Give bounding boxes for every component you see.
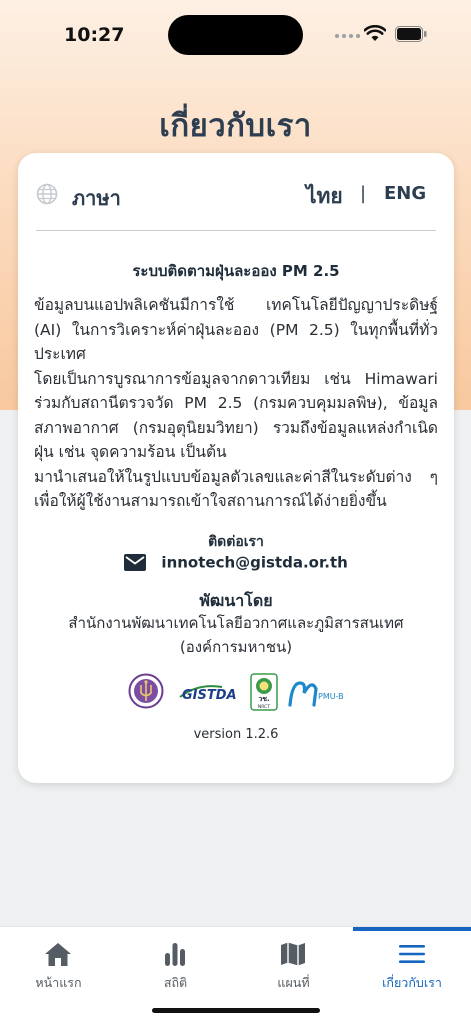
language-thai-button[interactable]: ไทย <box>306 180 343 213</box>
partner-logos: GISTDA วช. NRCT PMU-B <box>126 673 356 713</box>
menu-icon <box>399 945 425 963</box>
contact-heading: ติดต่อเรา <box>208 534 264 550</box>
wifi-icon <box>364 25 386 41</box>
about-description: ข้อมูลบนแอปพลิเคชันมีการใช้ เทคโนโลยีปัญ… <box>34 293 438 514</box>
description-paragraph: มานำเสนอให้ในรูปแบบข้อมูลตัวเลขและค่าสีใ… <box>34 467 438 511</box>
status-bar: 10:27 <box>0 0 471 70</box>
tab-statistics[interactable]: สถิติ <box>117 927 234 997</box>
globe-icon <box>36 183 58 205</box>
pmu-b-logo-text: PMU-B <box>318 692 344 701</box>
system-title: ระบบติดตามฝุ่นละออง PM 2.5 <box>132 262 340 280</box>
developer-org-name: สำนักงานพัฒนาเทคโนโลยีอวกาศและภูมิสารสนเ… <box>68 614 404 632</box>
cellular-signal-icon <box>335 34 360 38</box>
language-english-button[interactable]: ENG <box>384 183 426 204</box>
page-title: เกี่ยวกับเรา <box>159 108 312 144</box>
tab-home-label: หน้าแรก <box>35 975 82 990</box>
language-row: ภาษา ไทย | ENG <box>36 177 436 213</box>
tab-about-label: เกี่ยวกับเรา <box>382 975 442 990</box>
nrct-logo: วช. NRCT <box>250 673 278 711</box>
map-icon <box>281 942 305 966</box>
contact-email-link[interactable]: innotech@gistda.or.th <box>161 554 347 572</box>
tab-map-label: แผนที่ <box>277 975 310 990</box>
ministry-seal-logo <box>128 673 164 709</box>
pmu-b-logo: PMU-B <box>288 681 344 707</box>
divider <box>36 230 436 231</box>
bar-chart-icon <box>165 943 185 966</box>
developer-org-type: (องค์การมหาชน) <box>179 638 293 656</box>
home-indicator[interactable] <box>152 1008 320 1013</box>
gistda-logo: GISTDA <box>179 685 237 703</box>
contact-email-row[interactable]: innotech@gistda.or.th <box>18 553 454 577</box>
description-paragraph: ข้อมูลบนแอปพลิเคชันมีการใช้ เทคโนโลยีปัญ… <box>34 296 438 363</box>
app-version: version 1.2.6 <box>193 727 279 742</box>
status-time: 10:27 <box>64 24 125 46</box>
tab-about[interactable]: เกี่ยวกับเรา <box>353 927 471 997</box>
nrct-logo-subtext: NRCT <box>258 704 270 710</box>
gistda-logo-text: GISTDA <box>182 688 237 703</box>
dynamic-island <box>168 15 303 55</box>
language-label: ภาษา <box>72 186 121 210</box>
nrct-logo-text: วช. <box>258 695 269 703</box>
developer-organization: สำนักงานพัฒนาเทคโนโลยีอวกาศและภูมิสารสนเ… <box>38 611 434 659</box>
description-paragraph: โดยเป็นการบูรณาการข้อมูลจากดาวเทียม เช่น… <box>34 369 438 462</box>
tab-statistics-label: สถิติ <box>163 975 188 990</box>
battery-icon <box>395 26 427 42</box>
mail-icon <box>124 554 147 571</box>
about-card: ภาษา ไทย | ENG ระบบติดตามฝุ่นละออง PM 2.… <box>18 153 454 783</box>
language-separator: | <box>360 183 367 204</box>
home-icon <box>45 943 71 966</box>
tab-home[interactable]: หน้าแรก <box>0 927 117 997</box>
tab-map[interactable]: แผนที่ <box>235 927 352 997</box>
